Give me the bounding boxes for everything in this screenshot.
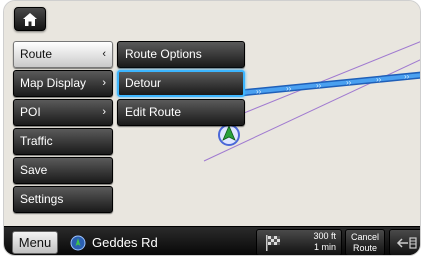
menu-item-save[interactable]: Save (13, 157, 113, 184)
menu-item-settings[interactable]: Settings (13, 186, 113, 213)
submenu-item-label: Edit Route (125, 105, 182, 119)
submenu-item-label: Detour (125, 76, 162, 90)
distance-value: 300 ft (313, 231, 336, 241)
menu-item-label: Route (20, 47, 53, 61)
menu-item-label: Settings (20, 192, 64, 206)
navigation-screen: ›› ›› ›› ›› ›› ›› Route ‹ Map Display › … (3, 0, 421, 256)
svg-text:››: ›› (404, 72, 410, 81)
svg-text:››: ›› (376, 75, 382, 84)
svg-text:››: ›› (316, 81, 322, 90)
chevron-right-icon: › (102, 106, 106, 118)
menu-item-label: Save (20, 163, 48, 177)
home-button[interactable] (14, 7, 46, 31)
menu-item-traffic[interactable]: Traffic (13, 128, 113, 155)
main-menu: Route ‹ Map Display › POI › Traffic Save… (13, 41, 113, 215)
svg-text:››: ›› (346, 78, 352, 87)
back-button[interactable] (389, 229, 420, 255)
menu-item-route[interactable]: Route ‹ (13, 41, 113, 68)
current-road: Geddes Rd (70, 231, 158, 254)
svg-text:››: ›› (286, 84, 292, 93)
time-value: 1 min (313, 242, 336, 252)
submenu-item-detour[interactable]: Detour (117, 70, 245, 97)
current-position-marker (218, 124, 240, 146)
cancel-label-line2: Route (352, 243, 378, 253)
destination-flag-icon (266, 235, 280, 251)
menu-item-label: Map Display (20, 76, 87, 90)
submenu-item-route-options[interactable]: Route Options (117, 41, 245, 68)
road-name: Geddes Rd (92, 235, 158, 250)
back-arrow-icon (396, 236, 417, 249)
cancel-route-button[interactable]: Cancel Route (345, 229, 385, 255)
distance-time: 300 ft 1 min (313, 231, 336, 253)
home-icon (23, 12, 37, 26)
svg-text:››: ›› (256, 87, 262, 96)
menu-item-label: Traffic (20, 134, 53, 148)
bottom-bar: Menu Geddes Rd 300 ft 1 min Cancel Route (4, 226, 420, 255)
next-maneuver-panel[interactable]: 300 ft 1 min (256, 229, 342, 255)
submenu-item-edit-route[interactable]: Edit Route (117, 99, 245, 126)
chevron-left-icon: ‹ (102, 48, 106, 60)
menu-item-poi[interactable]: POI › (13, 99, 113, 126)
route-submenu: Route Options Detour Edit Route (117, 41, 245, 128)
menu-item-map-display[interactable]: Map Display › (13, 70, 113, 97)
chevron-right-icon: › (102, 77, 106, 89)
menu-item-label: POI (20, 105, 41, 119)
compass-icon (70, 235, 86, 250)
menu-button[interactable]: Menu (12, 231, 58, 254)
cancel-label-line1: Cancel (350, 232, 379, 242)
submenu-item-label: Route Options (125, 47, 202, 61)
